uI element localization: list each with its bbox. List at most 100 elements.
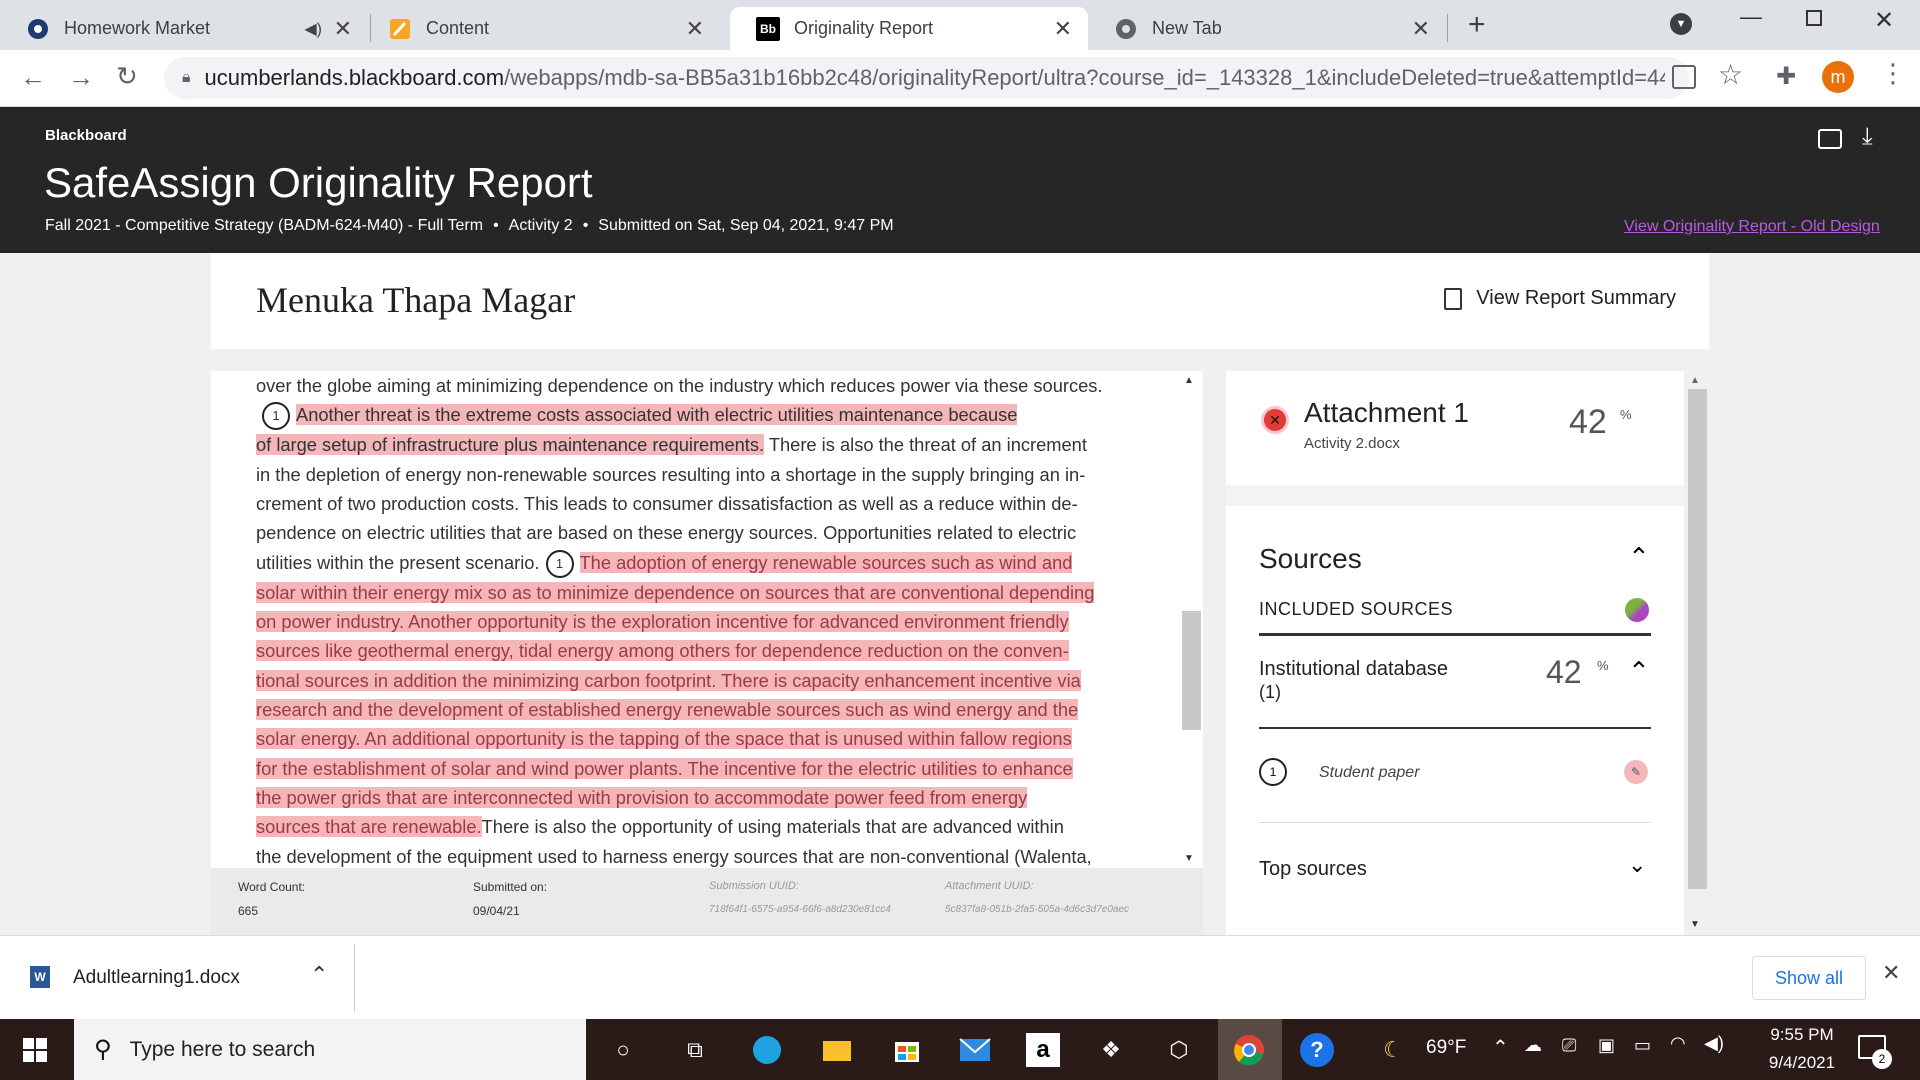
tab-new-tab[interactable]: New Tab ✕ [1088,7,1446,50]
profile-avatar[interactable]: m [1822,61,1854,93]
clock-date[interactable]: 9/4/2021 [1752,1053,1852,1073]
volume-icon[interactable]: ◀) [1704,1033,1724,1054]
file-explorer-icon[interactable] [820,1033,854,1067]
taskbar-search-box[interactable]: ⚲ Type here to search [74,1019,586,1080]
wifi-icon[interactable]: ◠ [1670,1033,1686,1054]
qr-code-icon[interactable] [1672,65,1696,89]
url-domain: ucumberlands.blackboard.com [204,65,505,90]
old-design-link[interactable]: View Originality Report - Old Design [1624,218,1880,236]
source-highlight-icon[interactable]: ✎ [1624,760,1648,784]
windows-taskbar: ⚲ Type here to search ○ ⧉ a ❖ ⬡ ? ☾ 69°F… [0,1019,1920,1080]
word-document-icon: W [30,966,50,988]
edge-icon[interactable] [750,1033,784,1067]
reload-icon[interactable]: ↻ [116,61,138,92]
mute-icon[interactable]: ◀) [304,19,322,39]
close-tab-icon[interactable]: ✕ [686,16,704,42]
tab-search-icon[interactable]: ▼ [1670,13,1692,35]
match-marker[interactable]: 1 [545,549,574,578]
scrollbar-thumb[interactable] [1182,611,1201,730]
attachment-percent: 42 [1569,403,1607,441]
show-hidden-icons-icon[interactable]: ⌃ [1492,1035,1509,1060]
matched-text[interactable]: on power industry. Another opportunity i… [256,611,1069,633]
matched-text[interactable]: solar within their energy mix so as to m… [256,581,1095,603]
matched-text[interactable]: solar energy. An additional opportunity … [256,728,1072,750]
matched-text[interactable]: The adoption of energy renewable sources… [579,551,1073,573]
address-bar[interactable]: 🔒︎ ucumberlands.blackboard.com/webapps/m… [164,57,1689,99]
chevron-up-icon[interactable]: ⌃ [310,962,328,988]
matched-text[interactable]: sources that are renewable. [256,816,482,838]
windows-start-icon[interactable] [18,1033,52,1067]
new-tab-plus-icon[interactable]: + [1468,8,1486,42]
homework-market-icon [26,17,50,41]
tab-divider [1447,14,1448,42]
bookmark-star-icon[interactable]: ☆ [1718,58,1743,91]
download-icon[interactable]: ⤓ [1862,123,1873,151]
mail-icon[interactable] [958,1033,992,1067]
institutional-count: (1) [1259,682,1281,702]
matched-text[interactable]: sources like geothermal energy, tidal en… [256,640,1069,662]
chrome-taskbar-icon[interactable] [1232,1033,1266,1067]
scroll-up-arrow-icon[interactable]: ▲ [1690,375,1700,386]
clock-time[interactable]: 9:55 PM [1752,1025,1852,1045]
scroll-down-arrow-icon[interactable]: ▼ [1184,853,1194,864]
browser-menu-icon[interactable]: ⋮ [1880,58,1906,89]
app-icon[interactable]: ⬡ [1162,1033,1196,1067]
cortana-icon[interactable]: ○ [606,1033,640,1067]
meet-now-icon[interactable]: ⎚ [1562,1035,1576,1056]
matched-text[interactable]: the power grids that are interconnected … [256,786,1028,808]
tab-content[interactable]: Content ✕ [362,7,720,50]
chrome-icon [1114,17,1138,41]
forward-icon[interactable]: → [68,62,94,93]
downloaded-file-name[interactable]: Adultlearning1.docx [73,967,240,989]
minimize-icon[interactable]: — [1740,4,1762,30]
matched-text[interactable]: tional sources in addition the minimizin… [256,669,1081,691]
url-text: ucumberlands.blackboard.com/webapps/mdb-… [205,65,1665,91]
matched-text[interactable]: for the establishment of solar and wind … [256,757,1073,779]
attachment-card[interactable]: ✕ Attachment 1 Activity 2.docx 42 % [1226,371,1684,485]
source-number-badge[interactable]: 1 [1259,758,1287,786]
extensions-icon[interactable]: ✚ [1776,62,1796,91]
weather-temp[interactable]: 69°F [1426,1037,1466,1059]
chevron-down-icon[interactable]: ⌄ [1628,852,1646,878]
report-header: Blackboard SafeAssign Originality Report… [0,107,1920,253]
microsoft-store-icon[interactable] [890,1033,924,1067]
restore-icon[interactable] [1806,10,1822,26]
document-text-run: There is also the threat of an increment [768,434,1087,456]
sources-section: Sources ⌃ INCLUDED SOURCES Institutional… [1226,506,1684,935]
matched-text[interactable]: of large setup of infrastructure plus ma… [256,434,765,456]
scrollbar-thumb[interactable] [1688,389,1707,889]
tab-title: Originality Report [794,18,934,38]
print-icon[interactable] [1818,129,1842,149]
chevron-up-icon[interactable]: ⌃ [1628,656,1650,687]
amazon-icon[interactable]: a [1026,1033,1060,1067]
task-view-icon[interactable]: ⧉ [678,1033,712,1067]
highlight-toggle-icon[interactable] [1625,598,1649,622]
dropbox-icon[interactable]: ❖ [1094,1033,1128,1067]
show-all-button[interactable]: Show all [1752,956,1866,1000]
battery-icon[interactable]: ▭ [1634,1035,1651,1056]
close-download-bar-icon[interactable]: ✕ [1882,960,1900,986]
source-name[interactable]: Student paper [1319,764,1420,782]
close-tab-icon[interactable]: ✕ [334,16,352,42]
panel-scrollbar[interactable]: ▲ ▼ [1686,371,1708,935]
matched-text[interactable]: research and the development of establis… [256,699,1079,721]
attachment-filename: Activity 2.docx [1304,435,1400,452]
chevron-up-icon[interactable]: ⌃ [1628,542,1650,573]
close-tab-icon[interactable]: ✕ [1412,16,1430,42]
view-report-summary-button[interactable]: View Report Summary [1444,287,1676,310]
tablet-icon[interactable]: ▣ [1598,1035,1615,1056]
document-scrollbar[interactable]: ▲ ▼ [1179,371,1201,868]
scroll-down-arrow-icon[interactable]: ▼ [1690,919,1700,930]
student-card: Menuka Thapa Magar View Report Summary [211,253,1709,349]
back-icon[interactable]: ← [20,62,46,93]
matched-text[interactable]: Another threat is the extreme costs asso… [296,404,1018,426]
tab-originality-report[interactable]: Bb Originality Report ✕ [730,7,1088,50]
close-tab-icon[interactable]: ✕ [1054,16,1072,42]
match-marker[interactable]: 1 [262,402,290,431]
help-icon[interactable]: ? [1300,1033,1334,1067]
onedrive-icon[interactable]: ☁ [1524,1035,1542,1056]
tab-homework-market[interactable]: Homework Market ◀) ✕ [0,7,368,50]
window-close-icon[interactable]: ✕ [1874,6,1894,35]
scroll-up-arrow-icon[interactable]: ▲ [1184,375,1194,386]
submitted-value: 09/04/21 [473,904,520,918]
